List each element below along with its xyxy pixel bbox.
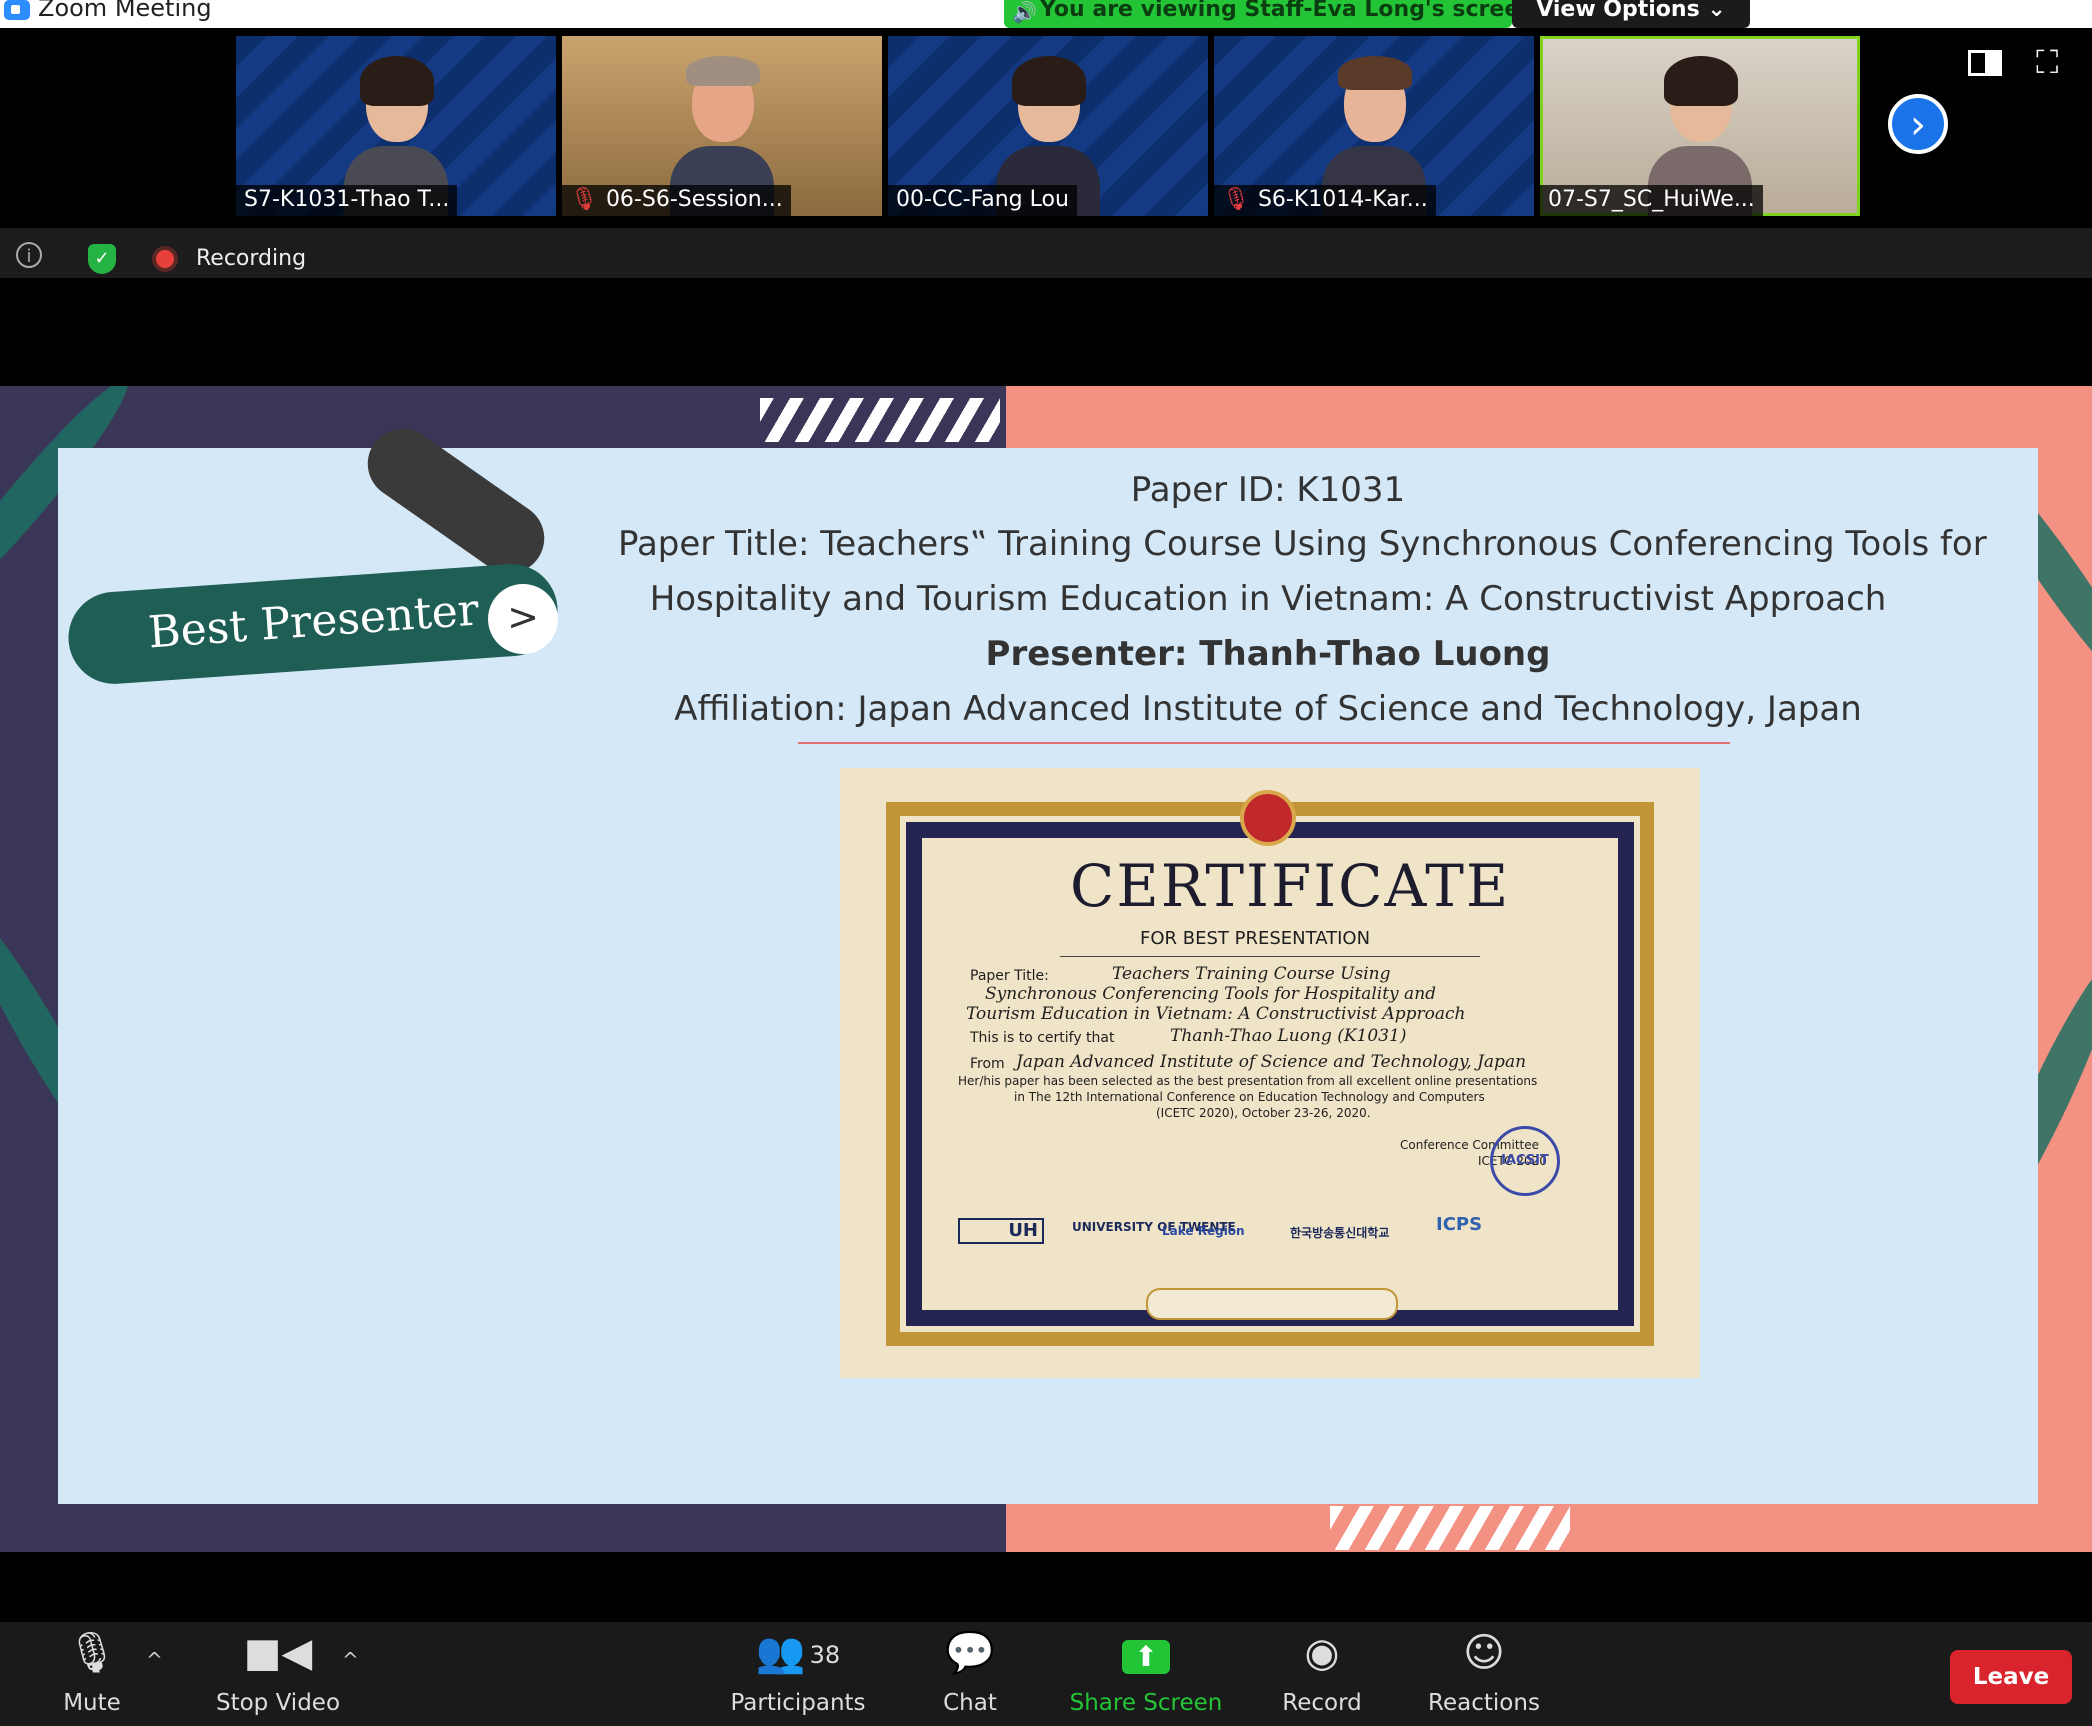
certificate-paper-title: Synchronous Conferencing Tools for Hospi… [985,984,1437,1004]
icps-logo: ICPS [1436,1214,1483,1235]
video-tile-3[interactable]: 00-CC-Fang Lou [888,36,1208,216]
muted-mic-icon: 🎙 [1222,187,1250,212]
certificate-image: CERTIFICATE FOR BEST PRESENTATION Paper … [840,768,1700,1378]
wax-seal-icon [1240,790,1296,846]
participant-name: 🎙 S6-K1014-Kar... [1214,185,1436,216]
certificate-from: Japan Advanced Institute of Science and … [1016,1052,1527,1072]
leave-meeting-button[interactable]: Leave [1950,1650,2072,1704]
chat-button[interactable]: 💬 Chat [920,1628,1020,1716]
video-camera-icon: ■◀ [243,1630,313,1676]
record-button[interactable]: ◉ Record [1272,1628,1372,1716]
fullscreen-icon[interactable]: ⛶ [2036,46,2068,78]
uh-logo: UH [958,1218,1044,1244]
certificate-from-label: From [970,1056,1005,1072]
stripes-decoration [1330,1506,1570,1550]
lake-region-logo: Lake Region [1162,1224,1245,1238]
share-screen-button[interactable]: ⬆ Share Screen [1064,1628,1228,1716]
certificate-rule [1060,956,1480,957]
slide-divider [798,742,1730,744]
certificate-certify-label: This is to certify that [970,1030,1115,1046]
ribbon-arrow-icon: > [488,584,558,654]
reactions-button[interactable]: ☺ Reactions [1424,1628,1544,1716]
microphone-icon: 🎙 [66,1630,118,1676]
korean-university-logo: 한국방송통신대학교 [1290,1226,1390,1240]
video-options-chevron-icon[interactable]: ^ [342,1648,359,1672]
reactions-smiley-icon: ☺ [1463,1630,1505,1676]
certificate-body: Her/his paper has been selected as the b… [958,1074,1538,1088]
paper-title-line-1: Paper Title: Teachers‟ Training Course U… [618,524,1987,564]
ribbon-tail [354,414,558,588]
muted-mic-icon: 🎙 [570,187,598,212]
participants-icon: 👥 38 [755,1630,841,1676]
info-icon[interactable]: i [16,242,42,268]
viewing-screen-banner: You are viewing Staff-Eva Long's screen [1004,0,1512,28]
stop-video-button[interactable]: ■◀ Stop Video [206,1628,350,1716]
meeting-status-bar [0,228,2092,278]
speaker-icon: 🔊 [1012,0,1037,24]
certificate-paper-title: Teachers Training Course Using [1112,964,1391,984]
certificate-plaque [1146,1288,1398,1320]
video-tile-2[interactable]: 🎙 06-S6-Session... [562,36,882,216]
security-shield-icon[interactable]: ✓ [88,244,116,274]
recording-label: Recording [196,246,307,271]
participant-name: 00-CC-Fang Lou [888,185,1077,216]
video-tile-4[interactable]: 🎙 S6-K1014-Kar... [1214,36,1534,216]
certificate-recipient: Thanh-Thao Luong (K1031) [1170,1026,1407,1046]
iacsit-stamp: IACSIT [1490,1126,1560,1196]
record-icon: ◉ [1304,1630,1340,1676]
stripes-decoration [760,398,1000,442]
view-options-button[interactable]: View Options ⌄ [1512,0,1750,28]
certificate-body: (ICETC 2020), October 23-26, 2020. [1156,1106,1371,1120]
participant-name: 07-S7_SC_HuiWe... [1540,185,1763,216]
window-title: Zoom Meeting [38,0,212,22]
mute-button[interactable]: 🎙 Mute [42,1628,142,1716]
video-tile-5[interactable]: 07-S7_SC_HuiWe... [1540,36,1860,216]
paper-id: Paper ID: K1031 [1130,470,1406,510]
paper-title-line-2: Hospitality and Tourism Education in Vie… [649,579,1887,619]
layout-toggle-icon[interactable] [1968,50,2002,76]
participant-name: S7-K1031-Thao T... [236,185,458,216]
participants-count: 38 [809,1641,841,1669]
share-arrow-icon: ⬆ [1122,1640,1170,1674]
participants-button[interactable]: 👥 38 Participants [728,1628,868,1716]
shared-screen: Best Presenter > Paper ID: K1031 Paper T… [0,386,2092,1552]
certificate-subtitle: FOR BEST PRESENTATION [1140,928,1371,949]
zoom-app-icon [4,0,30,20]
certificate-body: in The 12th International Conference on … [1014,1090,1485,1104]
affiliation: Affiliation: Japan Advanced Institute of… [674,689,1862,729]
chat-bubble-icon: 💬 [945,1630,995,1676]
certificate-paper-label: Paper Title: [970,968,1049,984]
next-page-button[interactable]: › [1888,94,1948,154]
certificate-paper-title: Tourism Education in Vietnam: A Construc… [966,1004,1466,1024]
slide-card: Best Presenter > Paper ID: K1031 Paper T… [58,414,2038,1504]
participant-name: 🎙 06-S6-Session... [562,185,791,216]
audio-options-chevron-icon[interactable]: ^ [146,1648,163,1672]
certificate-title: CERTIFICATE [1070,852,1511,920]
presenter-name: Presenter: Thanh-Thao Luong [985,634,1551,674]
video-tile-1[interactable]: S7-K1031-Thao T... [236,36,556,216]
recording-dot-icon [156,250,174,268]
